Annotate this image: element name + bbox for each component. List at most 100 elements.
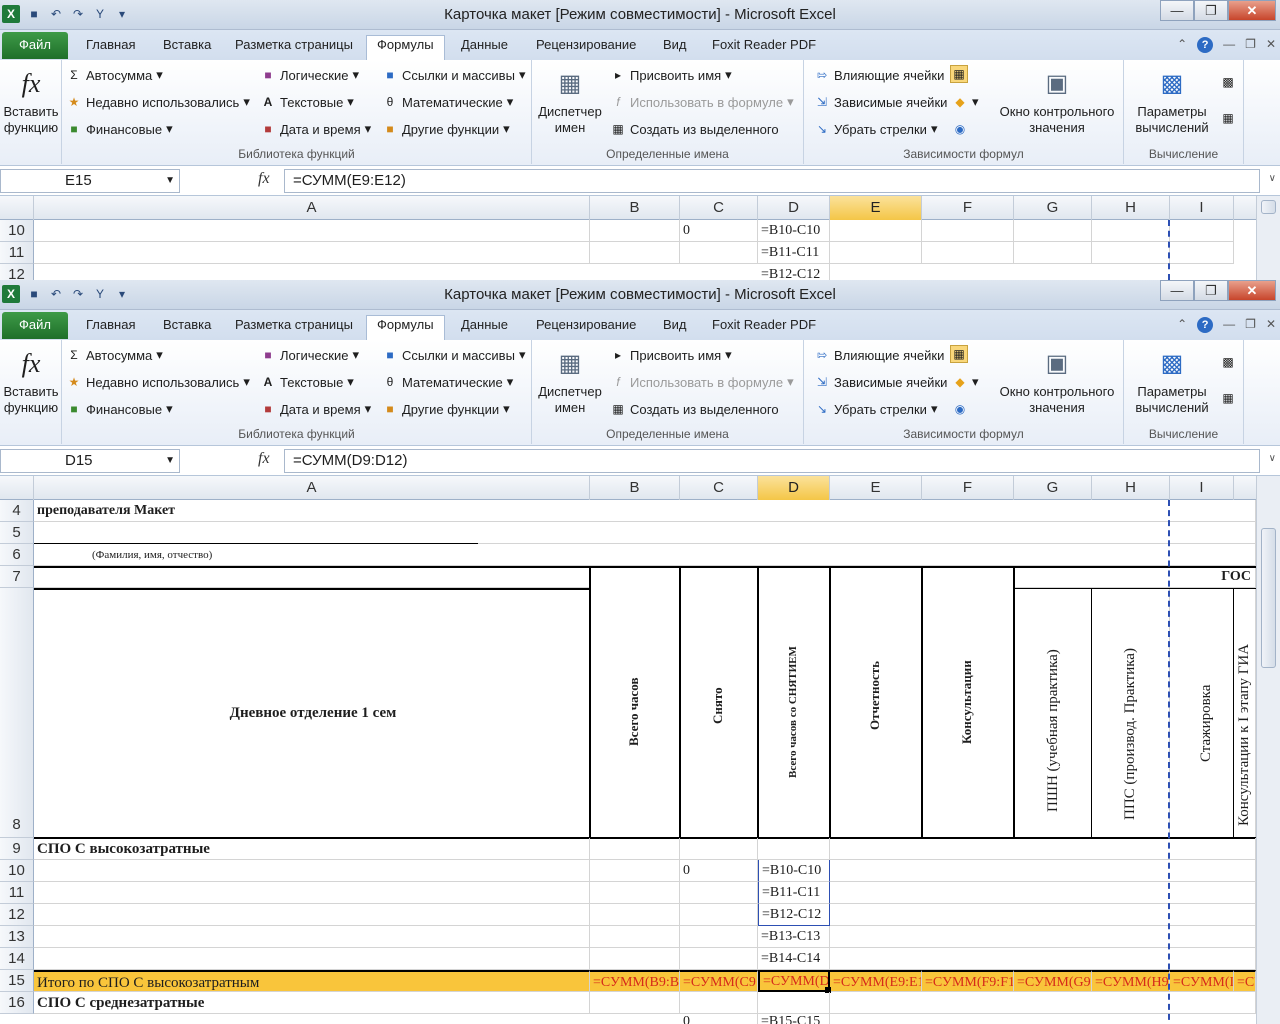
cell-h15[interactable]: =СУММ(H9:H12): [1092, 970, 1170, 992]
column-header-d[interactable]: D: [758, 476, 830, 500]
remove-arrows-button[interactable]: ↘ Убрать стрелки ▾: [814, 401, 938, 417]
name-manager-button[interactable]: ▦ Диспетчер имен: [534, 66, 606, 136]
cell[interactable]: [830, 904, 1256, 926]
use-in-formula-button[interactable]: f Использовать в формуле ▾: [610, 374, 793, 390]
trace-precedents-button[interactable]: ⇰ Влияющие ячейки: [814, 347, 944, 363]
trace-dependents-button[interactable]: ⇲ Зависимые ячейки: [814, 94, 947, 110]
maximize-button[interactable]: ❐: [1194, 0, 1228, 21]
cell-g15[interactable]: =СУММ(G9:G12): [1014, 970, 1092, 992]
row-header[interactable]: 13: [0, 926, 34, 948]
create-from-selection-button[interactable]: ▦ Создать из выделенного: [610, 401, 778, 417]
cell-a10[interactable]: [34, 860, 590, 882]
cell[interactable]: [830, 242, 922, 264]
cell-b15[interactable]: =СУММ(B9:B14): [590, 970, 680, 992]
column-header-f[interactable]: F: [922, 196, 1014, 220]
cell[interactable]: [590, 220, 680, 242]
calc-options-button[interactable]: ▩ Параметры вычислений: [1128, 66, 1216, 136]
tab-page-layout[interactable]: Разметка страницы: [225, 36, 363, 60]
cell[interactable]: [758, 992, 830, 1014]
cell-d13[interactable]: =B13-C13: [758, 926, 830, 948]
collapse-ribbon-icon[interactable]: ⌃: [1177, 317, 1187, 333]
insert-function-button[interactable]: fx Вставить функцию: [2, 66, 60, 136]
lookup-button[interactable]: ■ Ссылки и массивы ▾: [382, 347, 525, 363]
column-header-d[interactable]: D: [758, 196, 830, 220]
restore-workbook-icon[interactable]: ❐: [1245, 317, 1256, 333]
tab-file[interactable]: Файл: [2, 32, 68, 59]
name-manager-button[interactable]: ▦ Диспетчер имен: [534, 346, 606, 416]
tab-formulas[interactable]: Формулы: [366, 315, 445, 340]
column-header-e[interactable]: E: [830, 196, 922, 220]
cell-a9[interactable]: СПО С высокозатратные: [34, 838, 590, 860]
row-header[interactable]: 11: [0, 882, 34, 904]
column-header-a[interactable]: A: [34, 196, 590, 220]
name-box[interactable]: D15 ▼: [0, 449, 180, 473]
cell[interactable]: [34, 242, 590, 264]
calc-sheet-button[interactable]: ▦: [1220, 390, 1236, 406]
trace-dependents-button[interactable]: ⇲ Зависимые ячейки: [814, 374, 947, 390]
cell[interactable]: [830, 220, 922, 242]
logical-button[interactable]: ■ Логические ▾: [260, 67, 359, 83]
trace-precedents-button[interactable]: ⇰ Влияющие ячейки: [814, 67, 944, 83]
cell[interactable]: [590, 838, 680, 860]
column-header-a[interactable]: A: [34, 476, 590, 500]
calc-sheet-button[interactable]: ▦: [1220, 110, 1236, 126]
cell[interactable]: [1014, 220, 1092, 242]
math-button[interactable]: θ Математические ▾: [382, 374, 514, 390]
datetime-button[interactable]: ■ Дата и время ▾: [260, 401, 371, 417]
fx-icon[interactable]: fx: [258, 450, 270, 468]
cell[interactable]: [680, 838, 758, 860]
cell[interactable]: [590, 544, 1256, 566]
autosum-button[interactable]: Σ Автосумма ▾: [66, 347, 163, 363]
cell[interactable]: [680, 992, 758, 1014]
minimize-workbook-icon[interactable]: —: [1223, 37, 1235, 53]
expand-formula-icon[interactable]: ∨: [1269, 173, 1276, 184]
column-header-h[interactable]: H: [1092, 196, 1170, 220]
cell[interactable]: [922, 220, 1014, 242]
show-formulas-button[interactable]: ▦: [950, 345, 968, 363]
cell-a16[interactable]: СПО С среднезатратные: [34, 992, 590, 1014]
calc-now-button[interactable]: ▩: [1220, 74, 1236, 90]
help-icon[interactable]: ?: [1197, 317, 1214, 333]
tab-insert[interactable]: Вставка: [153, 36, 221, 60]
tab-home[interactable]: Главная: [76, 316, 145, 340]
maximize-button[interactable]: ❐: [1194, 280, 1228, 301]
autosum-button[interactable]: Σ Автосумма ▾: [66, 67, 163, 83]
cell-c17[interactable]: 0: [680, 1014, 758, 1024]
recent-button[interactable]: ★ Недавно использовались ▾: [66, 94, 250, 110]
evaluate-formula-button[interactable]: ◉: [952, 401, 968, 417]
row-header[interactable]: 10: [0, 860, 34, 882]
other-functions-button[interactable]: ■ Другие функции ▾: [382, 121, 509, 137]
cell[interactable]: [680, 242, 758, 264]
tab-view[interactable]: Вид: [653, 36, 697, 60]
datetime-button[interactable]: ■ Дата и время ▾: [260, 121, 371, 137]
tab-foxit[interactable]: Foxit Reader PDF: [702, 316, 826, 340]
cell[interactable]: [1170, 220, 1234, 242]
cell-e15[interactable]: =СУММ(E9:E12): [830, 970, 922, 992]
cell-c11[interactable]: [680, 882, 758, 904]
recent-button[interactable]: ★ Недавно использовались ▾: [66, 374, 250, 390]
cell-a6[interactable]: (Фамилия, имя, отчество): [34, 544, 590, 566]
show-formulas-button[interactable]: ▦: [950, 65, 968, 83]
cell[interactable]: [590, 992, 680, 1014]
restore-workbook-icon[interactable]: ❐: [1245, 37, 1256, 53]
cell[interactable]: [830, 926, 1256, 948]
cell-j15[interactable]: =СУММ: [1234, 970, 1256, 992]
vertical-scrollbar[interactable]: [1256, 476, 1280, 1024]
chevron-down-icon[interactable]: ▼: [165, 450, 175, 472]
row-header[interactable]: 8: [0, 588, 34, 838]
cell-c12[interactable]: [680, 904, 758, 926]
tab-formulas[interactable]: Формулы: [366, 35, 445, 60]
cell-b12[interactable]: [590, 904, 680, 926]
cell-b14[interactable]: [590, 948, 680, 970]
other-functions-button[interactable]: ■ Другие функции ▾: [382, 401, 509, 417]
error-checking-button[interactable]: ◆ ▾: [952, 94, 978, 110]
cell-d17[interactable]: =B15-C15: [758, 1014, 830, 1024]
cell[interactable]: [830, 882, 1256, 904]
row-header[interactable]: 6: [0, 544, 34, 566]
cell[interactable]: [34, 220, 590, 242]
name-box[interactable]: E15 ▼: [0, 169, 180, 193]
column-header-i[interactable]: I: [1170, 476, 1234, 500]
close-workbook-icon[interactable]: ✕: [1266, 317, 1276, 333]
cell-i7[interactable]: ГОС: [1014, 566, 1256, 588]
expand-formula-icon[interactable]: ∨: [1269, 453, 1276, 464]
